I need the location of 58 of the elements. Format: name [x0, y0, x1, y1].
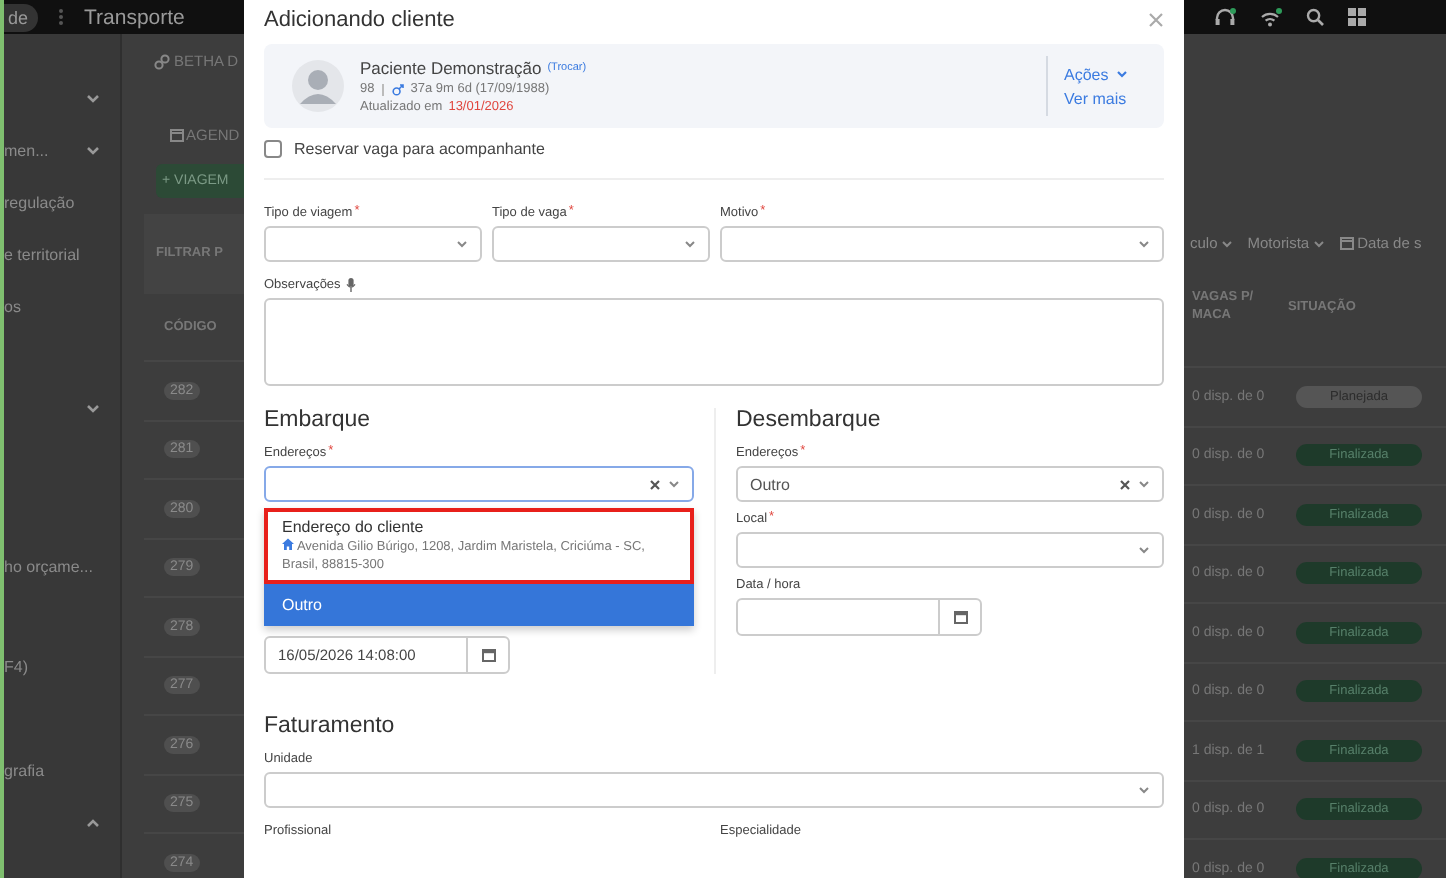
chevron-down-icon	[668, 480, 680, 488]
chevron-down-icon	[1138, 786, 1150, 794]
house-icon	[282, 538, 294, 550]
calendar-icon	[1339, 236, 1354, 250]
grid-icon[interactable]	[1348, 8, 1366, 26]
sidebar-item[interactable]: ho orçame...	[4, 557, 93, 575]
chevron-down-icon	[1138, 240, 1150, 248]
chevron-down-icon	[456, 240, 468, 248]
wifi-icon[interactable]	[1260, 7, 1282, 27]
select-field[interactable]: Outro	[736, 466, 1164, 502]
more-icon[interactable]	[58, 8, 65, 26]
calendar-icon	[953, 610, 967, 624]
avatar-icon	[292, 60, 344, 112]
actions-menu[interactable]: Ações	[1064, 65, 1148, 83]
dialog-title: Adicionando cliente	[264, 7, 455, 31]
select-field[interactable]	[492, 226, 710, 262]
checkbox[interactable]	[264, 140, 282, 158]
app-title: Transporte	[84, 5, 185, 29]
chevron-down-icon	[1138, 480, 1150, 488]
microphone-icon	[346, 278, 357, 292]
select-field[interactable]	[736, 532, 1164, 568]
chevron-down-icon	[1221, 239, 1232, 247]
date-input[interactable]	[736, 598, 982, 636]
headset-icon[interactable]	[1214, 7, 1236, 27]
patient-name: Paciente Demonstração	[360, 58, 542, 78]
sidebar-item[interactable]: men...	[4, 141, 49, 159]
chevron-up-icon[interactable]	[86, 817, 100, 827]
chevron-down-icon	[1116, 70, 1129, 78]
see-more-link[interactable]: Ver mais	[1064, 89, 1148, 107]
section-title: Faturamento	[264, 714, 397, 742]
clear-icon[interactable]	[650, 479, 660, 489]
clear-icon[interactable]	[1120, 479, 1130, 489]
home-tab[interactable]: de	[4, 3, 39, 31]
chevron-down-icon	[1313, 239, 1324, 247]
male-icon	[392, 83, 405, 95]
chevron-down-icon	[1138, 546, 1150, 554]
search-icon[interactable]	[1306, 8, 1324, 26]
sidebar-item[interactable]: F4)	[4, 657, 28, 675]
chevron-down-icon[interactable]	[86, 403, 100, 413]
sidebar-item[interactable]: grafia	[4, 761, 45, 779]
dropdown-option[interactable]: Outro	[264, 584, 694, 626]
section-title: Desembarque	[736, 408, 883, 436]
sidebar-item[interactable]: regulação	[4, 193, 75, 211]
select-field[interactable]	[264, 772, 1164, 808]
select-field[interactable]	[264, 226, 482, 262]
chevron-down-icon[interactable]	[86, 145, 100, 155]
sidebar-item[interactable]: e territorial	[4, 245, 80, 263]
section-title: Embarque	[264, 408, 373, 436]
calendar-icon	[170, 128, 184, 142]
checkbox-label: Reservar vaga para acompanhante	[294, 140, 545, 158]
select-field[interactable]	[264, 466, 694, 502]
link-icon	[154, 53, 170, 69]
sidebar-item[interactable]: os	[4, 297, 21, 315]
chevron-down-icon[interactable]	[86, 93, 100, 103]
select-field[interactable]	[720, 226, 1164, 262]
close-icon[interactable]	[1148, 11, 1164, 27]
chevron-down-icon	[684, 240, 696, 248]
calendar-icon	[481, 648, 495, 662]
